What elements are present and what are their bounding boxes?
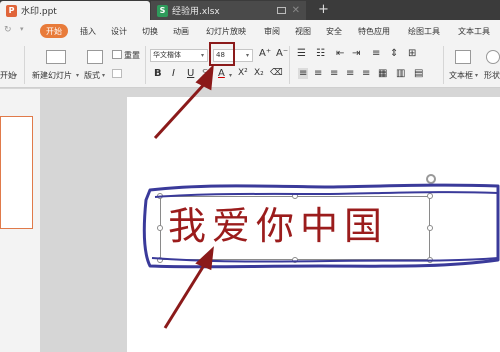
clear-format-icon[interactable]: ⌫	[270, 68, 283, 78]
menu-bar: ↻ ▾ 开始 插入 设计 切换 动画 幻灯片放映 审阅 视图 安全 特色应用 绘…	[0, 20, 500, 42]
layout-icon[interactable]	[87, 50, 103, 64]
resize-handle[interactable]	[427, 225, 433, 231]
slide-thumbnail[interactable]	[0, 116, 33, 229]
menu-view[interactable]: 视图	[295, 26, 311, 37]
textbox-chevron-icon[interactable]: ▾	[475, 72, 478, 79]
font-name-chevron-icon[interactable]: ▾	[201, 52, 204, 59]
ppt-file-icon: P	[6, 4, 17, 17]
close-tab-icon[interactable]: ✕	[292, 5, 300, 16]
italic-icon[interactable]: I	[172, 68, 175, 79]
bold-icon[interactable]: B	[154, 68, 162, 79]
resize-handle[interactable]	[292, 257, 298, 263]
ribbon: 开始 ▾ 新建幻灯片 ▾ 版式 ▾ 重置 华文楷体 ▾ 48 ▾ A⁺ A⁻ B…	[0, 42, 500, 88]
textbox-icon[interactable]	[455, 50, 471, 64]
justify-icon[interactable]: ≡	[346, 68, 354, 79]
increase-font-icon[interactable]: A⁺	[259, 48, 271, 59]
reset-button[interactable]: 重置	[124, 50, 140, 61]
shape-button[interactable]: 形状	[484, 70, 500, 81]
menu-animation[interactable]: 动画	[173, 26, 189, 37]
new-slide-chevron-icon[interactable]: ▾	[76, 72, 79, 79]
bullet-list-icon[interactable]: ☰	[297, 48, 306, 59]
tab-xlsx-file[interactable]: S 经验用.xlsx ✕	[151, 1, 306, 20]
decrease-font-icon[interactable]: A⁻	[276, 48, 288, 59]
divider	[24, 46, 25, 84]
quick-access-chevron-icon[interactable]: ▾	[20, 25, 24, 33]
menu-special[interactable]: 特色应用	[358, 26, 390, 37]
font-size-chevron-icon[interactable]: ▾	[246, 52, 249, 59]
section-icon[interactable]	[112, 69, 122, 78]
new-slide-icon[interactable]	[46, 50, 66, 64]
shape-icon[interactable]	[486, 50, 500, 64]
menu-insert[interactable]: 插入	[80, 26, 96, 37]
divider	[289, 46, 290, 84]
refresh-icon[interactable]: ↻	[4, 25, 12, 35]
menu-review[interactable]: 审阅	[264, 26, 280, 37]
menu-text-tools[interactable]: 文本工具	[458, 26, 490, 37]
strikethrough-icon[interactable]: S	[202, 68, 208, 79]
new-tab-icon[interactable]: +	[318, 2, 329, 17]
font-color-chevron-icon[interactable]: ▾	[229, 72, 232, 79]
align-center-icon[interactable]: ≡	[314, 68, 322, 79]
numbered-list-icon[interactable]: ☷	[316, 48, 325, 59]
resize-handle[interactable]	[427, 257, 433, 263]
new-slide-button[interactable]: 新建幻灯片	[32, 70, 72, 81]
tab-xlsx-label: 经验用.xlsx	[172, 7, 220, 17]
title-bar: P 水印.ppt S 经验用.xlsx ✕ +	[0, 0, 500, 20]
columns-icon[interactable]: ▦	[378, 68, 387, 79]
start-chevron-icon[interactable]: ▾	[14, 72, 17, 79]
text-direction-icon[interactable]: ⇕	[390, 48, 398, 59]
align-left-icon[interactable]: ≡	[298, 68, 309, 79]
text-arrange-icon[interactable]: ▤	[414, 68, 423, 79]
tab-ppt-file[interactable]: P 水印.ppt	[0, 1, 150, 20]
resize-handle[interactable]	[427, 193, 433, 199]
underline-icon[interactable]: U	[187, 68, 194, 79]
line-spacing-icon[interactable]: ≡	[372, 48, 380, 59]
tab-ppt-label: 水印.ppt	[21, 7, 57, 17]
superscript-icon[interactable]: X²	[238, 68, 248, 78]
menu-slideshow[interactable]: 幻灯片放映	[206, 26, 246, 37]
reset-icon[interactable]	[112, 50, 122, 59]
subscript-icon[interactable]: X₂	[254, 68, 264, 78]
menu-design[interactable]: 设计	[111, 26, 127, 37]
font-color-icon[interactable]: A	[218, 68, 225, 79]
divider	[145, 46, 146, 84]
resize-handle[interactable]	[292, 193, 298, 199]
menu-drawing-tools[interactable]: 绘图工具	[408, 26, 440, 37]
resize-handle[interactable]	[157, 225, 163, 231]
xlsx-file-icon: S	[157, 4, 168, 17]
rotate-handle-icon[interactable]	[426, 174, 436, 184]
divider	[443, 46, 444, 84]
layout-chevron-icon[interactable]: ▾	[102, 72, 105, 79]
layout-button[interactable]: 版式	[84, 70, 100, 81]
decrease-indent-icon[interactable]: ⇤	[336, 48, 344, 59]
increase-indent-icon[interactable]: ⇥	[352, 48, 360, 59]
app-window: P 水印.ppt S 经验用.xlsx ✕ + ↻ ▾ 开始 插入 设计 切换 …	[0, 0, 500, 352]
menu-transition[interactable]: 切换	[142, 26, 158, 37]
smart-art-icon[interactable]: ▥	[396, 68, 405, 79]
distribute-icon[interactable]: ≡	[362, 68, 370, 79]
align-text-icon[interactable]: ⊞	[408, 48, 416, 59]
menu-security[interactable]: 安全	[326, 26, 342, 37]
slide-text[interactable]: 我爱你中国	[168, 203, 388, 249]
textbox-button[interactable]: 文本框	[449, 70, 473, 81]
menu-start-button[interactable]: 开始	[40, 24, 68, 38]
align-right-icon[interactable]: ≡	[330, 68, 338, 79]
resize-handle[interactable]	[157, 257, 163, 263]
monitor-icon	[277, 7, 286, 14]
resize-handle[interactable]	[157, 193, 163, 199]
font-name-select[interactable]: 华文楷体	[150, 49, 208, 62]
